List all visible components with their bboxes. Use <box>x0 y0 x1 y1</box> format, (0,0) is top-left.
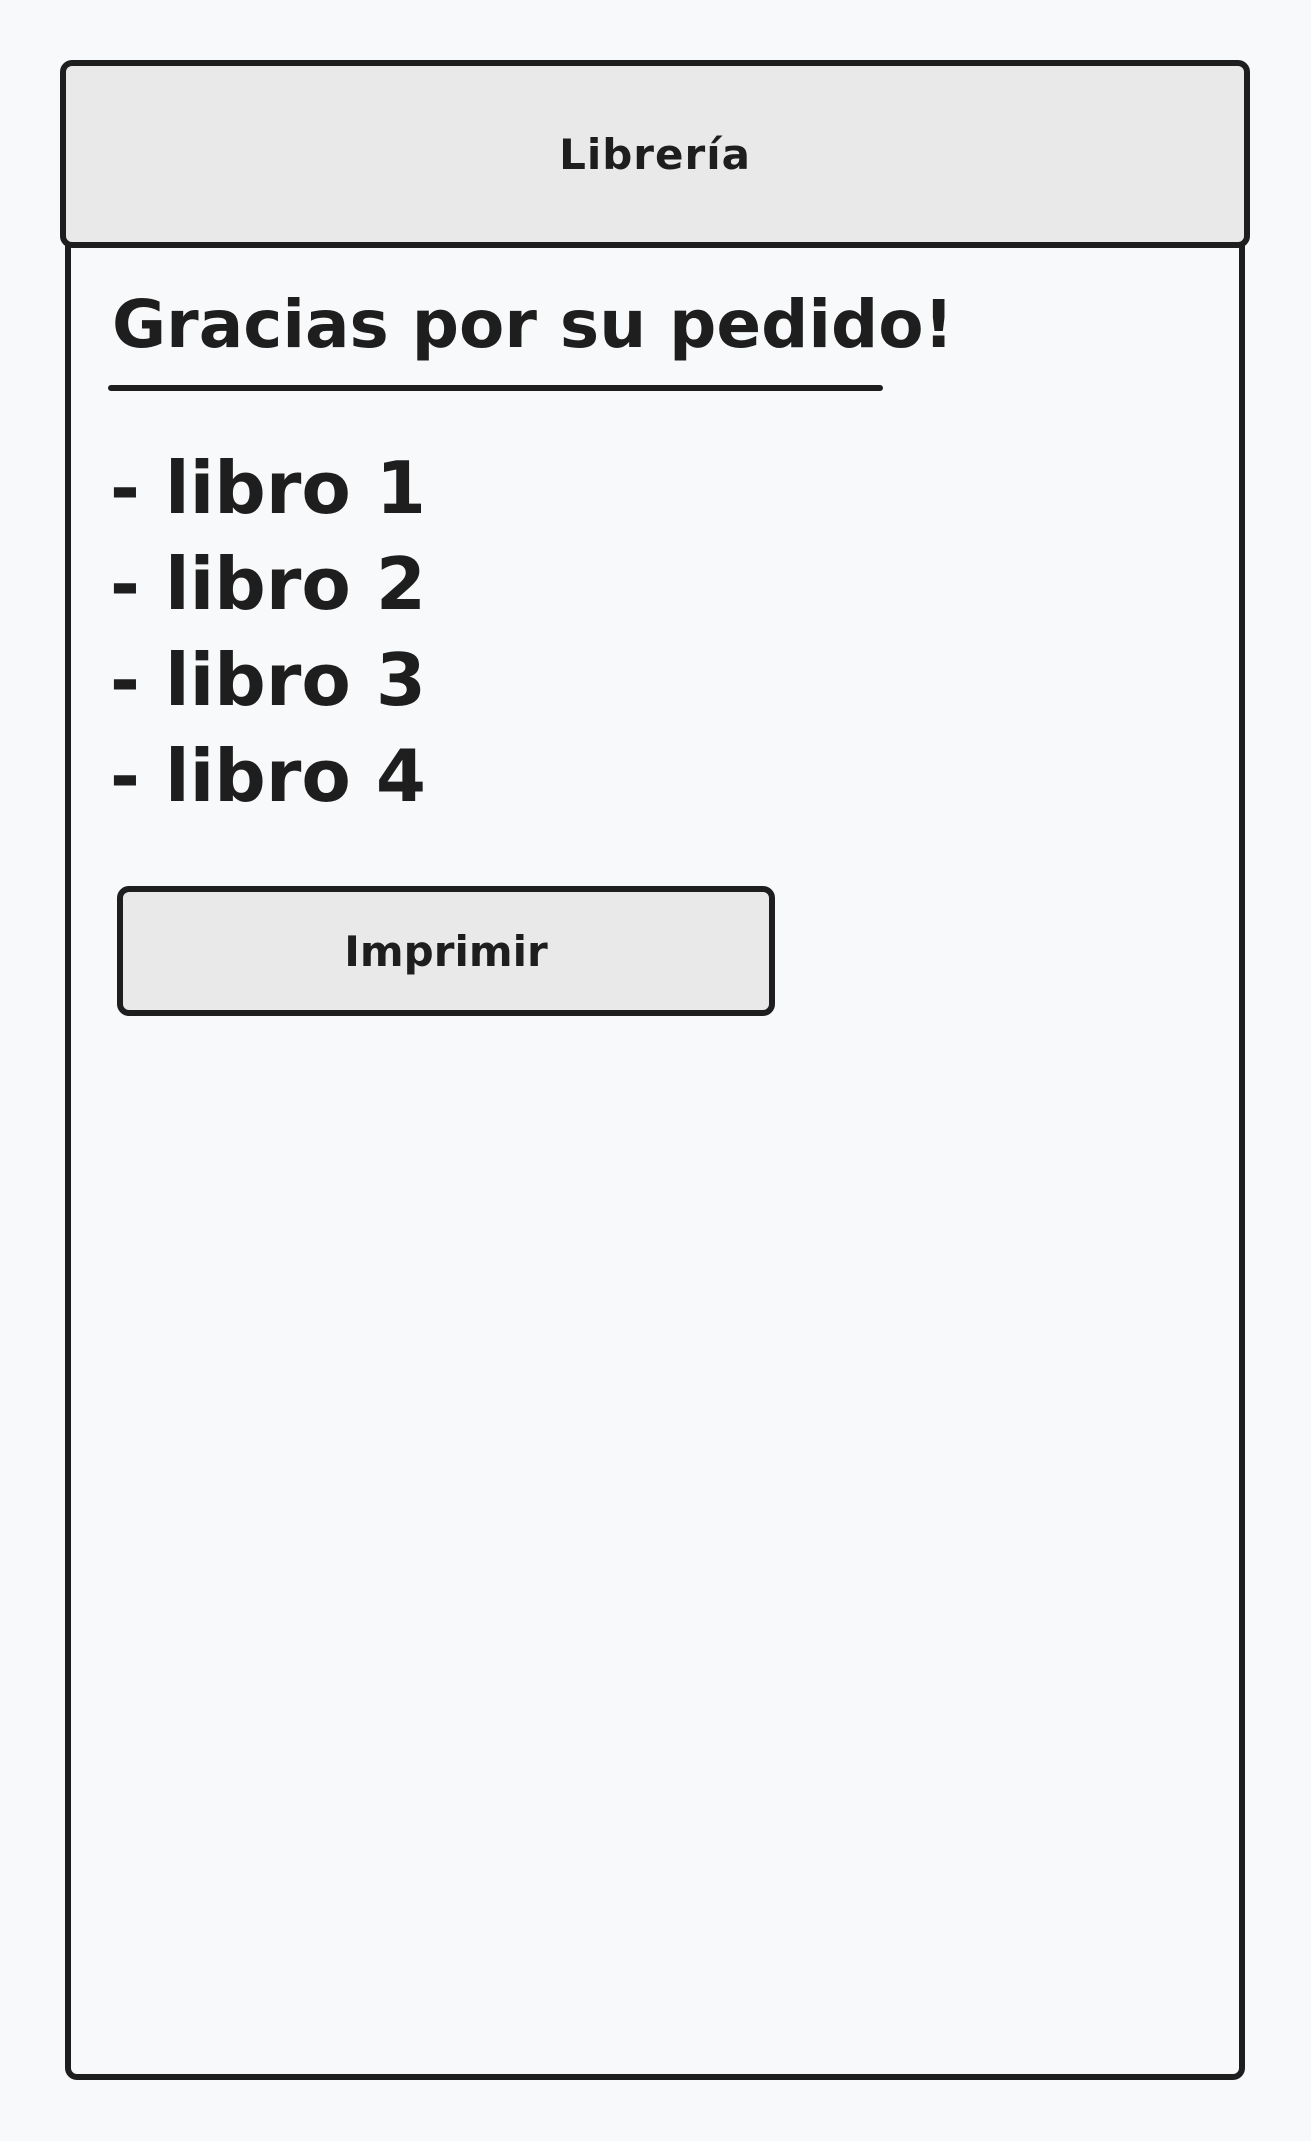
list-item: - libro 1 <box>110 446 426 530</box>
list-item: - libro 4 <box>110 734 426 818</box>
title-underline <box>108 385 883 391</box>
app-frame <box>65 60 1245 2080</box>
list-item: - libro 3 <box>110 638 426 722</box>
order-book-list: - libro 1 - libro 2 - libro 3 - libro 4 <box>110 440 426 824</box>
app-header: Librería <box>60 60 1250 248</box>
print-button[interactable]: Imprimir <box>117 886 775 1016</box>
list-item: - libro 2 <box>110 542 426 626</box>
app-title: Librería <box>559 129 751 179</box>
page-title: Gracias por su pedido! <box>112 286 954 363</box>
